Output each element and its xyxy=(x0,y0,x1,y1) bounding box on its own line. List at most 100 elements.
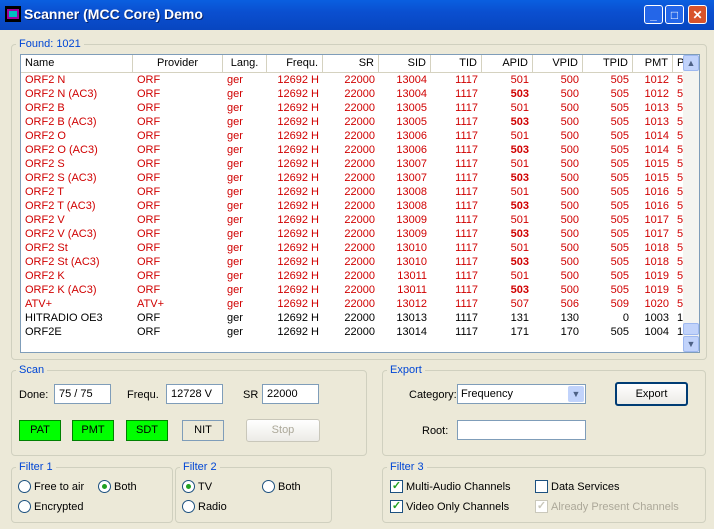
cell-frequ: 12692 H xyxy=(277,144,319,156)
encrypted-radio[interactable] xyxy=(18,500,31,513)
video-only-checkbox[interactable]: ✓ xyxy=(390,500,403,513)
vertical-scrollbar[interactable]: ▲ ▼ xyxy=(683,55,699,352)
cell-vpid: 500 xyxy=(560,130,579,142)
pat-button[interactable]: PAT xyxy=(19,420,61,441)
column-header-lang[interactable]: Lang. xyxy=(223,55,267,72)
cell-apid: 503 xyxy=(510,88,529,100)
table-row[interactable]: ORF2 K ORF ger 12692 H 22000 13011 1117 501 500 5… xyxy=(21,269,683,283)
sr-field[interactable]: 22000 xyxy=(262,384,319,404)
category-value: Frequency xyxy=(461,388,513,400)
chevron-down-icon[interactable]: ▼ xyxy=(568,386,584,402)
already-present-checkbox[interactable]: ✓ xyxy=(535,500,548,513)
cell-pcr: 500 xyxy=(677,102,683,114)
scroll-down-icon[interactable]: ▼ xyxy=(683,336,699,352)
minimize-button[interactable]: _ xyxy=(644,5,663,24)
done-field[interactable]: 75 / 75 xyxy=(54,384,111,404)
cell-vpid: 500 xyxy=(560,200,579,212)
cell-apid: 503 xyxy=(510,172,529,184)
cell-pmt: 1015 xyxy=(644,158,669,170)
cell-pcr: 170 xyxy=(677,326,683,338)
table-row[interactable]: ORF2 St (AC3) ORF ger 12692 H 22000 13010 1117… xyxy=(21,255,683,269)
cell-pmt: 1018 xyxy=(644,242,669,254)
table-row[interactable]: ORF2 B ORF ger 12692 H 22000 13005 1117 501 500 5… xyxy=(21,101,683,115)
cell-tpid: 505 xyxy=(610,186,629,198)
table-row[interactable]: ATV+ ATV+ ger 12692 H 22000 13012 1117 507 506 50… xyxy=(21,297,683,311)
category-select[interactable]: Frequency ▼ xyxy=(457,384,586,404)
filter2-both-radio[interactable] xyxy=(262,480,275,493)
cell-provider: ATV+ xyxy=(137,298,165,310)
table-row[interactable]: ORF2 S ORF ger 12692 H 22000 13007 1117 501 500 5… xyxy=(21,157,683,171)
table-row[interactable]: ORF2 S (AC3) ORF ger 12692 H 22000 13007 1117 5… xyxy=(21,171,683,185)
cell-frequ: 12692 H xyxy=(277,172,319,184)
stop-button[interactable]: Stop xyxy=(246,419,320,442)
cell-tpid: 505 xyxy=(610,270,629,282)
table-row[interactable]: ORF2 V (AC3) ORF ger 12692 H 22000 13009 1117 5… xyxy=(21,227,683,241)
root-field[interactable] xyxy=(457,420,586,440)
cell-tid: 1117 xyxy=(455,130,478,142)
frequ-field[interactable]: 12728 V xyxy=(166,384,223,404)
nit-button[interactable]: NIT xyxy=(182,420,224,441)
pmt-button[interactable]: PMT xyxy=(72,420,114,441)
cell-provider: ORF xyxy=(137,130,161,142)
table-row[interactable]: ORF2 K (AC3) ORF ger 12692 H 22000 13011 1117 5… xyxy=(21,283,683,297)
cell-pcr: 500 xyxy=(677,116,683,128)
column-header-name[interactable]: Name xyxy=(21,55,133,72)
cell-frequ: 12692 H xyxy=(277,270,319,282)
cell-frequ: 12692 H xyxy=(277,326,319,338)
table-row[interactable]: ORF2 B (AC3) ORF ger 12692 H 22000 13005 1117 5… xyxy=(21,115,683,129)
cell-pcr: 500 xyxy=(677,200,683,212)
sdt-button[interactable]: SDT xyxy=(126,420,168,441)
cell-tpid: 509 xyxy=(610,298,629,310)
found-count: 1021 xyxy=(56,38,81,50)
column-header-vpid[interactable]: VPID xyxy=(533,55,583,72)
cell-name: ORF2 T (AC3) xyxy=(25,200,96,212)
column-header-tpid[interactable]: TPID xyxy=(583,55,633,72)
column-header-frequ[interactable]: Frequ. xyxy=(267,55,323,72)
cell-frequ: 12692 H xyxy=(277,242,319,254)
table-row[interactable]: ORF2 O (AC3) ORF ger 12692 H 22000 13006 1117 5… xyxy=(21,143,683,157)
cell-name: ORF2 N xyxy=(25,74,66,86)
column-header-apid[interactable]: APID xyxy=(482,55,533,72)
data-services-checkbox[interactable] xyxy=(535,480,548,493)
table-row[interactable]: ORF2 St ORF ger 12692 H 22000 13010 1117 501 500… xyxy=(21,241,683,255)
scroll-up-icon[interactable]: ▲ xyxy=(683,55,699,71)
data-services-label: Data Services xyxy=(551,481,620,493)
table-row[interactable]: ORF2 N (AC3) ORF ger 12692 H 22000 13004 1117 5… xyxy=(21,87,683,101)
tv-radio[interactable] xyxy=(182,480,195,493)
close-button[interactable]: ✕ xyxy=(688,5,707,24)
table-row[interactable]: ORF2 V ORF ger 12692 H 22000 13009 1117 501 500 5… xyxy=(21,213,683,227)
scroll-thumb[interactable] xyxy=(683,323,699,335)
cell-sid: 13006 xyxy=(396,130,427,142)
table-row[interactable]: ORF2 O ORF ger 12692 H 22000 13006 1117 501 500 5… xyxy=(21,129,683,143)
table-row[interactable]: ORF2 T (AC3) ORF ger 12692 H 22000 13008 1117 5… xyxy=(21,199,683,213)
maximize-button[interactable]: □ xyxy=(665,5,684,24)
channel-table[interactable]: Name Provider Lang. Frequ. SR SID TID APID VPID T… xyxy=(20,54,700,353)
table-row[interactable]: ORF2 N ORF ger 12692 H 22000 13004 1117 501 500 5… xyxy=(21,73,683,87)
column-header-sr[interactable]: SR xyxy=(323,55,379,72)
cell-pmt: 1019 xyxy=(644,284,669,296)
cell-pcr: 500 xyxy=(677,88,683,100)
column-header-tid[interactable]: TID xyxy=(431,55,482,72)
filter1-both-radio[interactable] xyxy=(98,480,111,493)
cell-pcr: 500 xyxy=(677,270,683,282)
root-label: Root: xyxy=(422,425,449,437)
multi-audio-checkbox[interactable]: ✓ xyxy=(390,480,403,493)
title-bar[interactable]: Scanner (MCC Core) Demo _ □ ✕ xyxy=(0,0,714,30)
cell-tid: 1117 xyxy=(455,102,478,114)
column-header-pmt[interactable]: PMT xyxy=(633,55,673,72)
table-row[interactable]: HITRADIO OE3 ORF ger 12692 H 22000 13013 1117 1… xyxy=(21,311,683,325)
export-button[interactable]: Export xyxy=(615,382,688,406)
radio-radio[interactable] xyxy=(182,500,195,513)
column-header-provider[interactable]: Provider xyxy=(133,55,223,72)
cell-sid: 13011 xyxy=(397,270,427,282)
free-to-air-radio[interactable] xyxy=(18,480,31,493)
cell-frequ: 12692 H xyxy=(277,228,319,240)
free-to-air-label: Free to air xyxy=(34,481,85,493)
cell-tid: 1117 xyxy=(455,200,478,212)
table-row[interactable]: ORF2 T ORF ger 12692 H 22000 13008 1117 501 500 5… xyxy=(21,185,683,199)
cell-tpid: 505 xyxy=(610,228,629,240)
filter3-legend: Filter 3 xyxy=(390,461,424,473)
column-header-sid[interactable]: SID xyxy=(379,55,431,72)
table-row[interactable]: ORF2E ORF ger 12692 H 22000 13014 1117 171 170 50… xyxy=(21,325,683,339)
cell-provider: ORF xyxy=(137,242,161,254)
